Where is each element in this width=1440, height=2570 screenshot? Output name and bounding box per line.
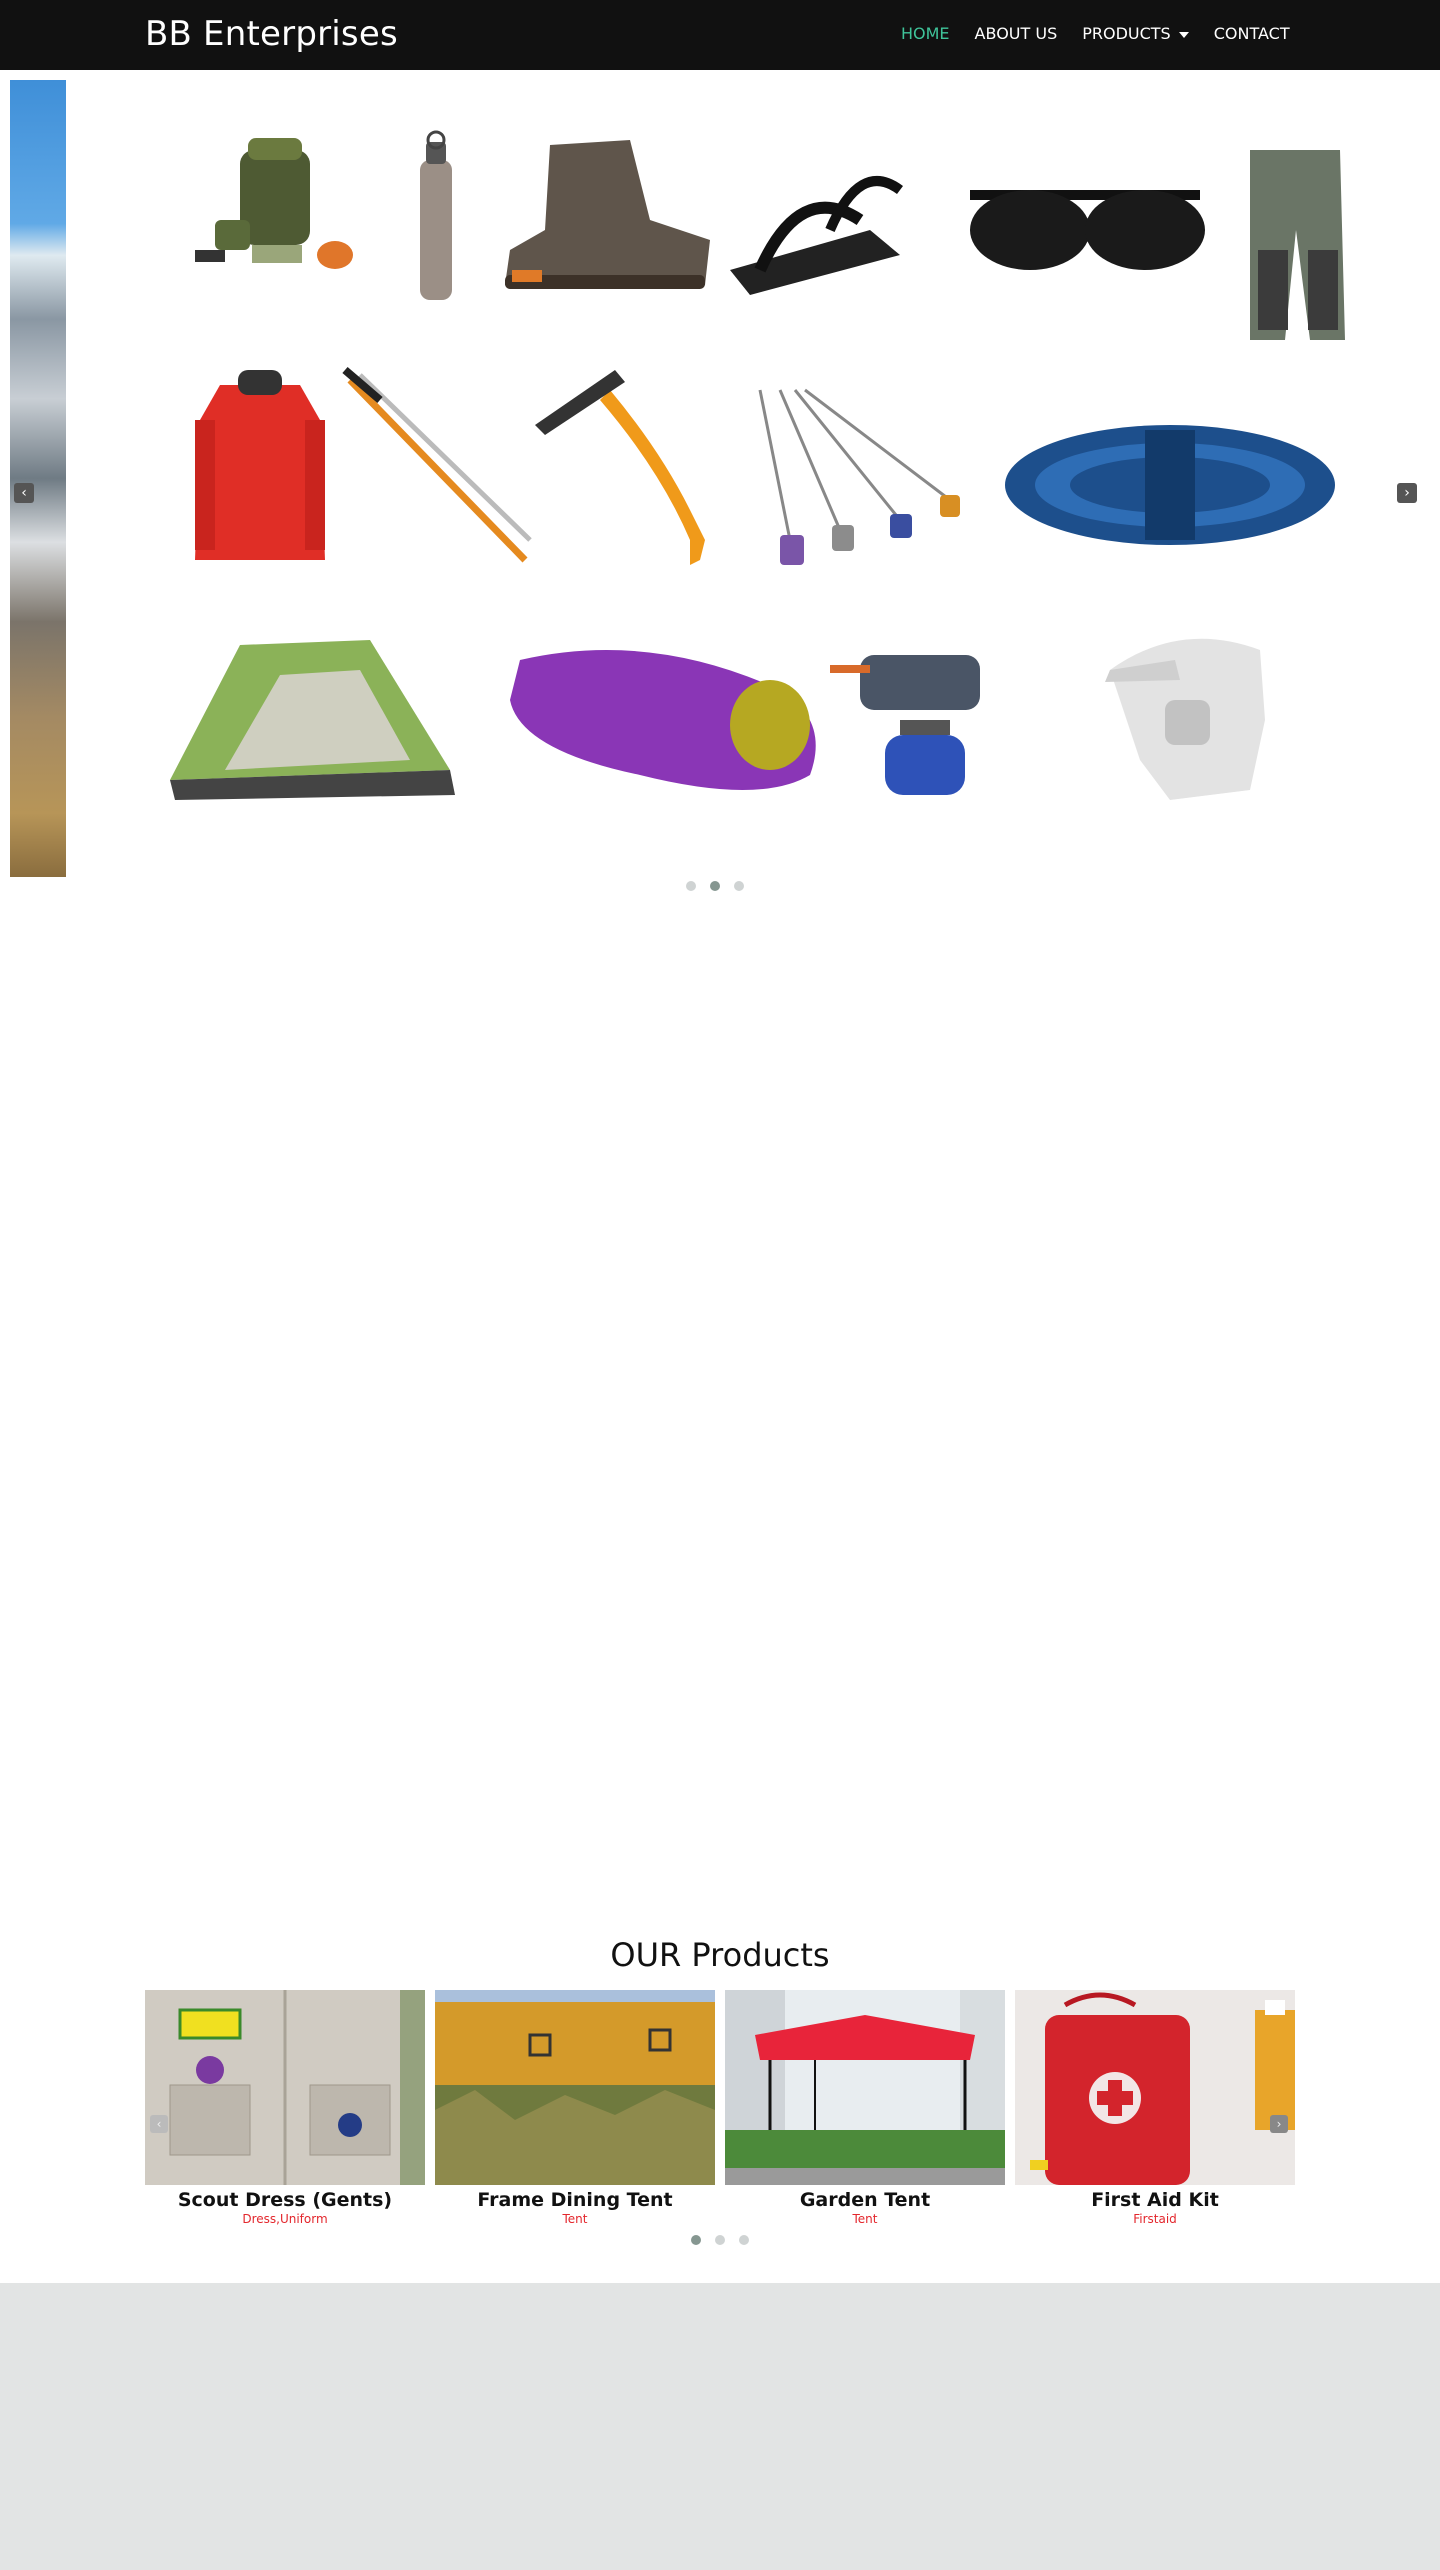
nav-about-us[interactable]: ABOUT US [975, 24, 1058, 43]
hero-slide-gear-collage [170, 130, 1345, 800]
trekking-poles-image [342, 366, 532, 563]
brand-logo[interactable]: BB Enterprises [145, 14, 398, 54]
product-title: Garden Tent [799, 2189, 931, 2211]
hiking-boot-image [505, 140, 710, 289]
sunglasses-image [970, 190, 1205, 270]
climbing-nuts-image [758, 388, 960, 565]
products-next-arrow[interactable]: › [1270, 2115, 1288, 2133]
first-aid-kit-image [1015, 1990, 1295, 2185]
hero-dot-1[interactable] [686, 881, 696, 891]
camping-stove-image [830, 655, 980, 795]
product-category[interactable]: Tent [435, 2212, 715, 2226]
hero-dot-2[interactable] [710, 881, 720, 891]
hiking-pants-image [1250, 150, 1345, 340]
product-card[interactable]: First Aid Kit Firstaid [1015, 1990, 1295, 2230]
rope-image [1005, 425, 1335, 545]
nav-contact[interactable]: CONTACT [1214, 24, 1290, 43]
main-nav: HOME ABOUT US PRODUCTS CONTACT [901, 24, 1315, 43]
hero-prev-arrow[interactable]: ‹ [14, 483, 34, 503]
nav-products-label: PRODUCTS [1082, 24, 1171, 43]
hero-dot-3[interactable] [734, 881, 744, 891]
sleeping-bag-image [510, 650, 816, 790]
garden-tent-image [725, 1990, 1005, 2185]
products-pagination [684, 2235, 756, 2245]
product-title: Frame Dining Tent [477, 2189, 673, 2211]
product-card[interactable]: Scout Dress (Gents) Dress,Uniform [145, 1990, 425, 2230]
products-dot-2[interactable] [715, 2235, 725, 2245]
products-dot-3[interactable] [739, 2235, 749, 2245]
tent-image [170, 640, 455, 800]
ice-axe-image [535, 370, 705, 565]
caret-down-icon [1178, 31, 1189, 38]
sun-hat-image [1105, 638, 1265, 800]
nav-products[interactable]: PRODUCTS [1082, 24, 1189, 43]
hero-pagination [679, 881, 751, 891]
product-category[interactable]: Dress,Uniform [145, 2212, 425, 2226]
products-heading: OUR Products [610, 1936, 830, 1974]
nav-home[interactable]: HOME [901, 24, 950, 43]
red-jacket-image [195, 370, 325, 560]
products-dot-1[interactable] [691, 2235, 701, 2245]
product-title: First Aid Kit [1091, 2189, 1219, 2211]
footer [0, 2283, 1440, 2570]
hero-next-arrow[interactable]: › [1397, 483, 1417, 503]
product-title: Scout Dress (Gents) [177, 2189, 393, 2211]
navbar: BB Enterprises HOME ABOUT US PRODUCTS CO… [0, 0, 1440, 70]
product-card[interactable]: Garden Tent Tent [725, 1990, 1005, 2230]
products-section: OUR Products Scout Dress (Gents) Dress,U… [0, 1930, 1440, 2282]
product-category[interactable]: Tent [725, 2212, 1005, 2226]
product-card[interactable]: Frame Dining Tent Tent [435, 1990, 715, 2230]
product-category[interactable]: Firstaid [1015, 2212, 1295, 2226]
scout-dress-image [145, 1990, 425, 2185]
sandal-image [730, 176, 903, 295]
backpack-image [195, 138, 353, 269]
water-bottle-image [420, 130, 452, 300]
hero-carousel: ‹ › [0, 70, 1440, 910]
frame-tent-image [435, 1990, 715, 2185]
products-prev-arrow[interactable]: ‹ [150, 2115, 168, 2133]
products-carousel: Scout Dress (Gents) Dress,Uniform Frame … [145, 1990, 1295, 2230]
